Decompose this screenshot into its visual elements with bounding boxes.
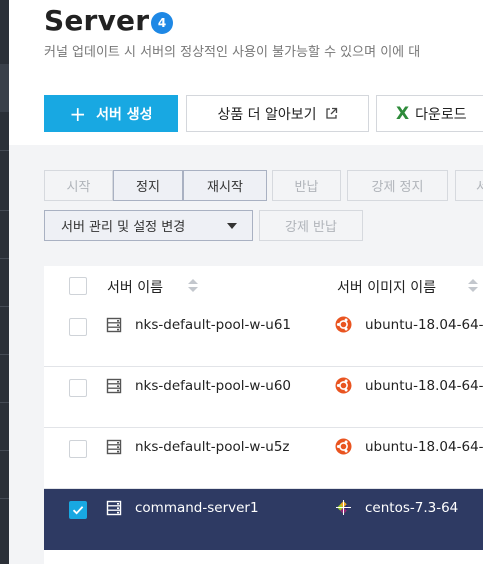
ubuntu-icon	[335, 316, 352, 333]
learn-more-label: 상품 더 알아보기	[217, 106, 317, 123]
return-label: 반납	[294, 180, 319, 195]
table-row-selected[interactable]: command-server1 centos-7.3-64	[44, 489, 483, 550]
server-image-name: ubuntu-18.04-64-s	[365, 439, 483, 455]
table-row[interactable]: nks-default-pool-w-u61 ubuntu-18.04-64-s	[44, 306, 483, 367]
server-count-badge: 4	[151, 12, 173, 34]
table-row[interactable]: nks-default-pool-w-u60 ubuntu-18.04-64-s	[44, 367, 483, 428]
side-nav-divider	[0, 306, 9, 307]
restart-label: 재시작	[207, 180, 243, 195]
more-actions-button[interactable]: 서	[455, 170, 483, 201]
create-server-label: 서버 생성	[96, 106, 153, 123]
row-checkbox[interactable]	[69, 440, 87, 458]
create-server-button[interactable]: + 서버 생성	[44, 95, 178, 132]
force-return-button[interactable]: 강제 반납	[259, 210, 363, 241]
server-name: nks-default-pool-w-u61	[135, 317, 292, 333]
plus-icon: +	[69, 101, 87, 126]
force-stop-label: 강제 정지	[371, 180, 424, 195]
server-name: command-server1	[135, 500, 259, 516]
row-checkbox-checked[interactable]	[69, 501, 87, 519]
server-management-dropdown[interactable]: 서버 관리 및 설정 변경	[44, 210, 253, 241]
page-title: Server	[44, 4, 150, 37]
excel-icon: X	[396, 103, 410, 124]
app-window: Server 4 커널 업데이트 시 서버의 정상적인 사용이 불가능할 수 있…	[0, 0, 483, 564]
server-image-name: ubuntu-18.04-64-s	[365, 317, 483, 333]
page-description: 커널 업데이트 시 서버의 정상적인 사용이 불가능할 수 있으며 이에 대	[44, 45, 421, 60]
server-icon	[106, 439, 122, 455]
column-header-server-name[interactable]: 서버 이름	[107, 277, 163, 297]
ubuntu-icon	[335, 438, 352, 455]
download-label: 다운로드	[415, 106, 467, 123]
server-name: nks-default-pool-w-u60	[135, 378, 292, 394]
side-nav-divider	[0, 498, 9, 499]
force-return-label: 강제 반납	[285, 220, 337, 235]
select-all-checkbox[interactable]	[69, 277, 87, 295]
more-actions-label: 서	[476, 180, 483, 195]
side-navigation[interactable]	[0, 0, 9, 564]
side-nav-divider	[0, 258, 9, 259]
restart-button[interactable]: 재시작	[183, 170, 267, 201]
table-row[interactable]: nks-default-pool-w-u5z ubuntu-18.04-64-s	[44, 428, 483, 489]
stop-label: 정지	[136, 180, 160, 195]
server-image-name: ubuntu-18.04-64-s	[365, 378, 483, 394]
side-nav-divider	[0, 210, 9, 211]
side-nav-active-item[interactable]	[0, 64, 9, 112]
sort-icon[interactable]	[468, 278, 478, 294]
return-button[interactable]: 반납	[272, 170, 341, 201]
centos-icon	[336, 500, 351, 515]
server-table: 서버 이름 서버 이미지 이름 nks-default-pool-w-u61 u…	[44, 266, 483, 564]
start-button[interactable]: 시작	[44, 170, 113, 201]
side-nav-divider	[0, 402, 9, 403]
external-link-icon	[325, 107, 337, 119]
chevron-down-icon	[227, 223, 237, 229]
sort-icon[interactable]	[188, 278, 198, 294]
side-nav-divider	[0, 354, 9, 355]
server-icon	[106, 317, 122, 333]
page-header: Server 4 커널 업데이트 시 서버의 정상적인 사용이 불가능할 수 있…	[9, 0, 483, 145]
row-checkbox[interactable]	[69, 318, 87, 336]
side-nav-divider	[0, 450, 9, 451]
download-button[interactable]: X 다운로드	[376, 95, 483, 132]
table-header: 서버 이름 서버 이미지 이름	[44, 266, 483, 307]
learn-more-button[interactable]: 상품 더 알아보기	[186, 95, 369, 132]
force-stop-button[interactable]: 강제 정지	[347, 170, 448, 201]
start-label: 시작	[66, 180, 91, 195]
server-name: nks-default-pool-w-u5z	[135, 439, 290, 455]
column-header-server-image[interactable]: 서버 이미지 이름	[337, 277, 436, 297]
server-icon	[106, 500, 122, 516]
stop-button[interactable]: 정지	[113, 170, 183, 201]
ubuntu-icon	[335, 377, 352, 394]
row-checkbox[interactable]	[69, 379, 87, 397]
checkmark-icon	[72, 506, 84, 515]
server-icon	[106, 378, 122, 394]
main-content: Server 4 커널 업데이트 시 서버의 정상적인 사용이 불가능할 수 있…	[9, 0, 483, 564]
side-nav-divider	[0, 150, 9, 151]
server-image-name: centos-7.3-64	[365, 500, 459, 516]
server-management-label: 서버 관리 및 설정 변경	[61, 220, 186, 235]
